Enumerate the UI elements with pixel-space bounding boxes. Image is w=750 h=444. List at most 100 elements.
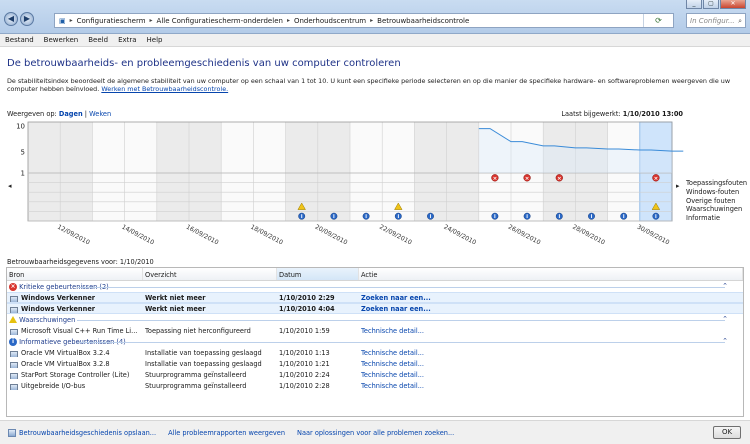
row-source: Windows Verkenner bbox=[7, 305, 143, 313]
row-date: 1/10/2010 2:29 bbox=[279, 293, 335, 302]
table-row[interactable]: Windows Verkenner Werkt niet meer 1/10/2… bbox=[7, 292, 743, 303]
y-tick-label: 5 bbox=[21, 149, 25, 157]
row-source-text: Microsoft Visual C++ Run Time Li... bbox=[21, 326, 138, 335]
column-source[interactable]: Bron bbox=[7, 268, 143, 280]
find-solutions-link[interactable]: Naar oplossingen voor alle problemen zoe… bbox=[297, 429, 454, 437]
error-marker-glyph: × bbox=[557, 176, 562, 182]
table-row[interactable]: Microsoft Visual C++ Run Time Li... Toep… bbox=[7, 325, 743, 336]
info-marker-glyph: i bbox=[655, 214, 657, 220]
menu-bewerken[interactable]: Bewerken bbox=[44, 36, 79, 44]
address-bar[interactable]: ▣ ▸ Configuratiescherm ▸ Alle Configurat… bbox=[54, 13, 674, 28]
row-summary: Installatie van toepassing geslaagd bbox=[145, 359, 262, 368]
day-column bbox=[156, 122, 189, 221]
search-input[interactable]: In Configur... ⌕ bbox=[686, 13, 746, 28]
scroll-right-arrow[interactable]: ▸ bbox=[676, 182, 680, 190]
address-separator-icon: ▸ bbox=[370, 17, 374, 24]
table-row[interactable]: StarPort Storage Controller (Lite) Stuur… bbox=[7, 369, 743, 380]
details-table: Bron Overzicht Datum Actie × Kritieke ge… bbox=[6, 267, 744, 417]
info-marker-glyph: i bbox=[365, 214, 367, 220]
row-date: 1/10/2010 1:21 bbox=[279, 359, 330, 368]
close-button[interactable]: ✕ bbox=[720, 0, 746, 9]
error-marker-glyph: × bbox=[493, 176, 498, 182]
table-row[interactable]: Windows Verkenner Werkt niet meer 1/10/2… bbox=[7, 303, 743, 314]
menu-help[interactable]: Help bbox=[147, 36, 163, 44]
chart-legend: Toepassingsfouten Windows-fouten Overige… bbox=[686, 179, 747, 223]
search-placeholder: In Configur... bbox=[690, 17, 735, 25]
group-warnings-label: Waarschuwingen bbox=[19, 315, 76, 324]
driver-icon bbox=[10, 372, 18, 379]
view-by-label: Weergeven op: bbox=[7, 110, 57, 118]
view-weeks-link[interactable]: Weken bbox=[89, 110, 111, 118]
group-critical[interactable]: × Kritieke gebeurtenissen (2) ⌃ bbox=[7, 281, 743, 292]
reliability-chart[interactable]: 1051◂ ▸× × × ×i i i i i i i i i i i12/09/2010 14/09/201… bbox=[0, 120, 750, 255]
menu-bestand[interactable]: Bestand bbox=[5, 36, 34, 44]
address-separator-icon: ▸ bbox=[149, 17, 153, 24]
row-summary: Werkt niet meer bbox=[145, 293, 206, 302]
last-updated-label: Laatst bijgewerkt: bbox=[561, 110, 621, 118]
row-summary: Toepassing niet herconfigureerd bbox=[145, 326, 251, 335]
forward-button[interactable]: ▶ bbox=[20, 12, 34, 26]
collapse-chevron-icon[interactable]: ⌃ bbox=[722, 315, 728, 323]
menu-extra[interactable]: Extra bbox=[118, 36, 136, 44]
breadcrumb-1[interactable]: Alle Configuratiescherm-onderdelen bbox=[157, 17, 283, 25]
collapse-chevron-icon[interactable]: ⌃ bbox=[722, 282, 728, 290]
row-summary: Werkt niet meer bbox=[145, 304, 206, 313]
breadcrumb-2[interactable]: Onderhoudscentrum bbox=[294, 17, 366, 25]
save-history-link[interactable]: Betrouwbaarheidsgeschiedenis opslaan... bbox=[8, 428, 156, 437]
row-source-text: Windows Verkenner bbox=[21, 304, 96, 313]
row-source-text: StarPort Storage Controller (Lite) bbox=[21, 370, 130, 379]
column-date[interactable]: Datum bbox=[277, 268, 359, 280]
day-column bbox=[124, 122, 157, 221]
all-reports-link[interactable]: Alle probleemrapporten weergeven bbox=[168, 429, 285, 437]
info-marker-glyph: i bbox=[558, 214, 560, 220]
menu-bar: Bestand Bewerken Beeld Extra Help bbox=[0, 34, 750, 47]
view-days-link[interactable]: Dagen bbox=[59, 110, 83, 118]
details-header: Betrouwbaarheidsgegevens voor: 1/10/2010 bbox=[7, 258, 154, 266]
day-column bbox=[350, 122, 383, 221]
info-marker-glyph: i bbox=[430, 214, 432, 220]
row-action-link[interactable]: Technische detail... bbox=[361, 327, 424, 335]
legend-windows-errors: Windows-fouten bbox=[686, 187, 740, 196]
breadcrumb-3[interactable]: Betrouwbaarheidscontrole bbox=[377, 17, 469, 25]
intro-help-link[interactable]: Werken met Betrouwbaarheidscontrole. bbox=[101, 85, 228, 93]
maximize-button[interactable]: ▢ bbox=[703, 0, 719, 9]
group-info[interactable]: i Informatieve gebeurtenissen (4) ⌃ bbox=[7, 336, 743, 347]
column-action[interactable]: Actie bbox=[359, 268, 743, 280]
row-source-text: Windows Verkenner bbox=[21, 293, 96, 302]
refresh-button[interactable]: ⟳ bbox=[643, 14, 673, 27]
error-marker-glyph: × bbox=[654, 176, 659, 182]
menu-beeld[interactable]: Beeld bbox=[88, 36, 108, 44]
address-separator-icon: ▸ bbox=[69, 17, 73, 24]
info-icon: i bbox=[9, 337, 17, 346]
day-column bbox=[414, 122, 447, 221]
day-column bbox=[60, 122, 93, 221]
ok-button[interactable]: OK bbox=[713, 426, 741, 439]
row-source: Microsoft Visual C++ Run Time Li... bbox=[7, 327, 143, 335]
minimize-button[interactable]: _ bbox=[686, 0, 702, 9]
refresh-icon: ⟳ bbox=[655, 16, 662, 25]
group-warnings[interactable]: Waarschuwingen ⌃ bbox=[7, 314, 743, 325]
info-marker-glyph: i bbox=[526, 214, 528, 220]
application-icon bbox=[10, 350, 18, 357]
row-action-link[interactable]: Technische detail... bbox=[361, 382, 424, 390]
row-action-link[interactable]: Zoeken naar een... bbox=[361, 305, 431, 313]
table-row[interactable]: Oracle VM VirtualBox 3.2.4 Installatie v… bbox=[7, 347, 743, 358]
day-column bbox=[28, 122, 61, 221]
row-action-link[interactable]: Technische detail... bbox=[361, 371, 424, 379]
row-source-text: Uitgebreide I/O-bus bbox=[21, 381, 86, 390]
table-row[interactable]: Oracle VM VirtualBox 3.2.8 Installatie v… bbox=[7, 358, 743, 369]
row-action-link[interactable]: Technische detail... bbox=[361, 360, 424, 368]
table-row[interactable]: Uitgebreide I/O-bus Stuurprogramma geïns… bbox=[7, 380, 743, 391]
row-action-link[interactable]: Technische detail... bbox=[361, 349, 424, 357]
column-summary[interactable]: Overzicht bbox=[143, 268, 277, 280]
row-source-text: Oracle VM VirtualBox 3.2.8 bbox=[21, 359, 110, 368]
back-button[interactable]: ◀ bbox=[4, 12, 18, 26]
page-title: De betrouwbaarheids- en probleemgeschied… bbox=[7, 58, 401, 69]
error-icon: × bbox=[9, 282, 17, 291]
breadcrumb-0[interactable]: Configuratiescherm bbox=[77, 17, 146, 25]
collapse-chevron-icon[interactable]: ⌃ bbox=[722, 337, 728, 345]
row-source-text: Oracle VM VirtualBox 3.2.4 bbox=[21, 348, 110, 357]
scroll-left-arrow[interactable]: ◂ bbox=[8, 182, 12, 190]
y-tick-label: 10 bbox=[16, 123, 25, 131]
row-action-link[interactable]: Zoeken naar een... bbox=[361, 294, 431, 302]
